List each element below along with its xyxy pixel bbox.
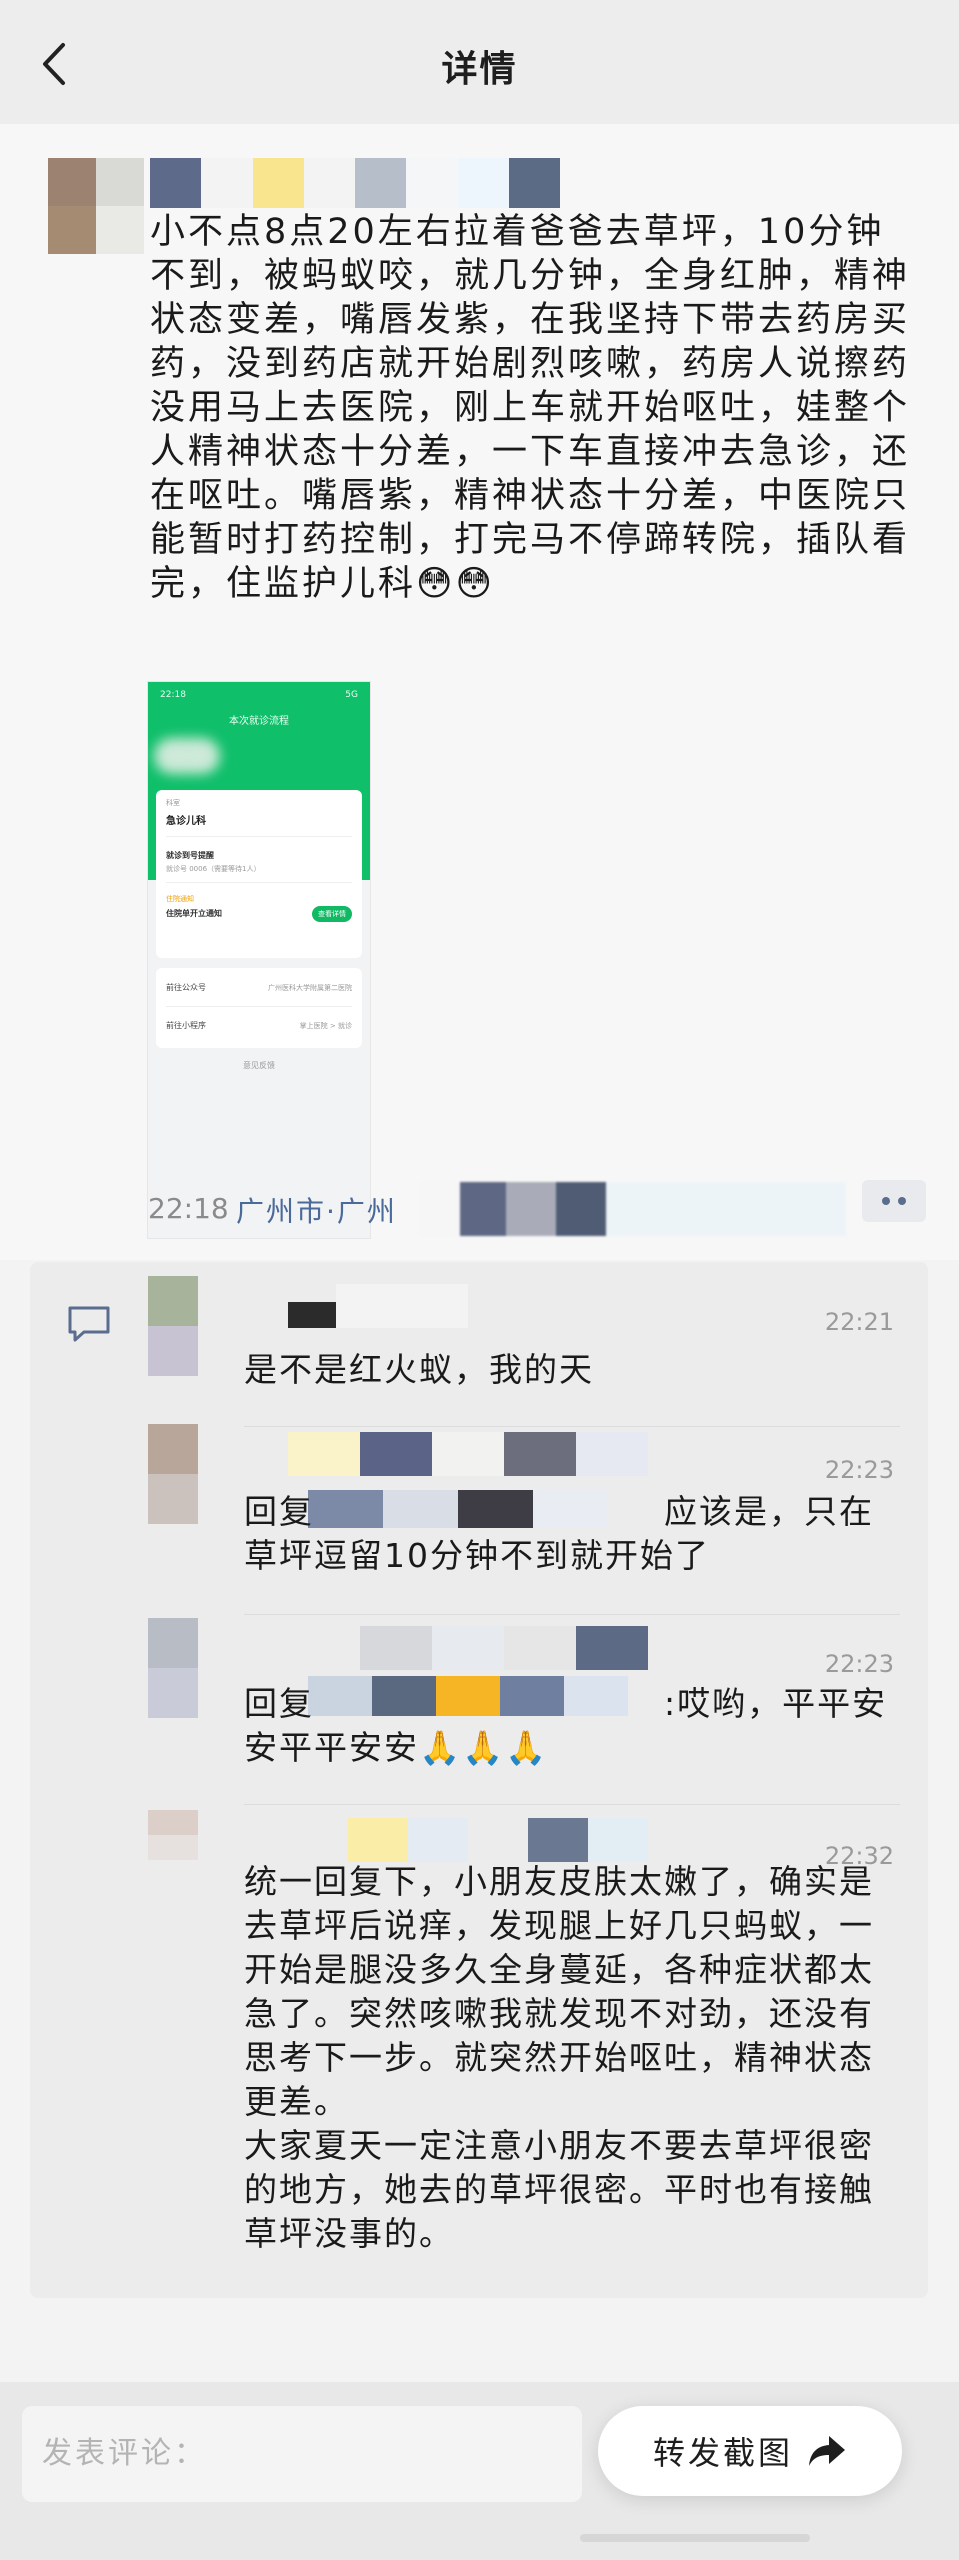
post: 小不点8点20左右拉着爸爸去草坪，10分钟不到，被蚂蚁咬，就几分钟，全身红肿，精… [0, 124, 959, 1260]
comment-avatar[interactable] [148, 1810, 198, 1860]
comment-avatar[interactable] [148, 1424, 198, 1524]
image-dept-label: 科室 [166, 799, 180, 807]
comment-text[interactable]: 回复 应该是，只在草坪逗留10分钟不到就开始了 [244, 1490, 904, 1578]
comment-username-blurred[interactable] [288, 1626, 648, 1670]
image-card: 前往公众号 广州医科大学附属第二医院 前往小程序 掌上医院 > 就诊 [156, 968, 362, 1048]
dot-icon [898, 1197, 906, 1205]
share-label: 转发截图 [652, 2434, 793, 2472]
image-divider [166, 882, 352, 883]
image-item: 就诊到号提醒 [166, 851, 214, 860]
comment-username-blurred[interactable] [288, 1432, 648, 1476]
comment-text[interactable]: 统一回复下，小朋友皮肤太嫩了，确实是去草坪后说痒，发现腿上好几只蚂蚁，一开始是腿… [244, 1860, 904, 2256]
image-row-value: 广州医科大学附属第二医院 [268, 984, 352, 992]
comment-item: 22:23 回复 :哎哟，平平安安平平安安🙏🙏🙏 [148, 1618, 928, 1805]
image-row-label: 前往小程序 [166, 1021, 206, 1030]
post-time: 22:18 [148, 1192, 229, 1225]
image-row-label: 前往公众号 [166, 983, 206, 992]
image-divider [166, 836, 352, 837]
comment-username-blurred[interactable] [288, 1284, 468, 1328]
bottom-bar: 发表评论： 转发截图 [0, 2382, 959, 2560]
image-blur-blob [154, 738, 220, 774]
image-item: 住院单开立通知 [166, 909, 222, 918]
image-button: 查看详情 [312, 906, 352, 922]
comment-item: 22:21 是不是红火蚁，我的天 [148, 1276, 928, 1427]
avatar[interactable] [48, 158, 144, 254]
page-title: 详情 [441, 49, 518, 90]
comments-section: 22:21 是不是红火蚁，我的天 22:23 回复 应该是，只在草坪逗留10分钟… [30, 1262, 928, 2298]
comment-time: 22:23 [824, 1650, 894, 1678]
image-divider [166, 1006, 352, 1007]
comment-input[interactable]: 发表评论： [22, 2406, 582, 2502]
home-indicator [580, 2534, 810, 2542]
comment-avatar[interactable] [148, 1618, 198, 1718]
comment-text[interactable]: 回复 :哎哟，平平安安平平安安🙏🙏🙏 [244, 1682, 904, 1770]
more-button[interactable] [862, 1180, 926, 1222]
username-blurred[interactable] [150, 158, 560, 208]
share-screenshot-button[interactable]: 转发截图 [598, 2406, 902, 2496]
image-status-signal: 5G [345, 690, 358, 700]
location-blurred [420, 1174, 850, 1244]
comment-icon [68, 1306, 110, 1342]
comment-time: 22:21 [824, 1308, 894, 1336]
forward-arrow-icon [809, 2436, 845, 2466]
image-feedback: 意见反馈 [243, 1061, 275, 1070]
comment-username-blurred[interactable] [288, 1818, 648, 1862]
comment-avatar[interactable] [148, 1276, 198, 1376]
post-image[interactable]: 22:18 5G 本次就诊流程 科室 急诊儿科 就诊到号提醒 就诊号 0006（… [148, 682, 370, 1238]
comment-item: 22:32 统一回复下，小朋友皮肤太嫩了，确实是去草坪后说痒，发现腿上好几只蚂蚁… [148, 1810, 928, 2270]
image-dept: 急诊儿科 [166, 816, 206, 827]
image-title: 本次就诊流程 [229, 716, 289, 727]
comment-item: 22:23 回复 应该是，只在草坪逗留10分钟不到就开始了 [148, 1424, 928, 1615]
comment-time: 22:23 [824, 1456, 894, 1484]
dot-icon [882, 1197, 890, 1205]
divider [244, 1614, 900, 1615]
image-card: 科室 急诊儿科 就诊到号提醒 就诊号 0006（需要等待1人） 住院通知 住院单… [156, 790, 362, 958]
top-nav-bar: 详情 [0, 0, 959, 124]
image-item-sub: 就诊号 0006（需要等待1人） [166, 865, 261, 873]
image-tag: 住院通知 [166, 895, 194, 903]
post-text: 小不点8点20左右拉着爸爸去草坪，10分钟不到，被蚂蚁咬，就几分钟，全身红肿，精… [150, 212, 911, 604]
post-location[interactable]: 广州市·广州 [236, 1190, 397, 1230]
image-status-time: 22:18 [160, 690, 186, 700]
comment-text[interactable]: 是不是红火蚁，我的天 [244, 1348, 904, 1392]
image-row-value: 掌上医院 > 就诊 [299, 1022, 352, 1030]
divider [244, 1804, 900, 1805]
